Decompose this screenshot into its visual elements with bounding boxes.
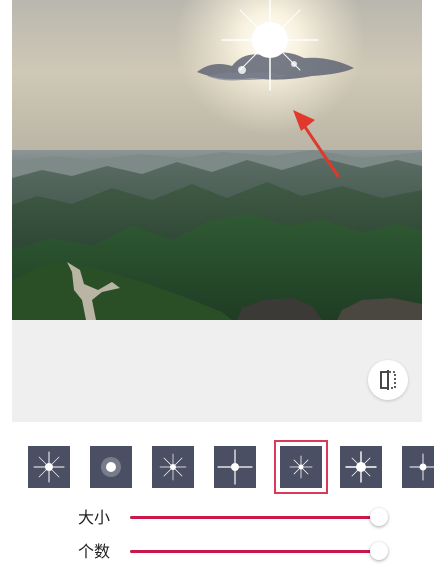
size-slider-thumb[interactable]	[369, 508, 388, 526]
landscape-photo	[12, 0, 422, 320]
compare-split-icon	[380, 370, 396, 390]
star-flare-small-rays-icon	[289, 455, 313, 479]
star-flare-thin-rays-icon	[159, 453, 187, 481]
count-slider[interactable]	[130, 542, 388, 560]
flare-settings-panel: 大小 个数	[0, 422, 434, 561]
flare-preset-6[interactable]	[340, 446, 382, 488]
size-slider[interactable]	[130, 508, 388, 526]
count-slider-fill	[130, 550, 379, 553]
preview-toolbar	[12, 320, 422, 422]
star-flare-long-rays-icon	[217, 449, 253, 485]
flare-preset-5-selected[interactable]	[274, 440, 328, 494]
size-slider-fill	[130, 516, 379, 519]
star-flare-bright-icon	[345, 451, 377, 483]
flare-preset-2[interactable]	[90, 446, 132, 488]
star-flare-soft-glow-icon	[101, 457, 121, 477]
size-slider-row: 大小	[0, 506, 434, 530]
flare-preset-list	[0, 440, 434, 498]
star-flare-4-point-icon	[33, 451, 65, 483]
flare-preset-7[interactable]	[402, 446, 434, 488]
count-slider-thumb[interactable]	[369, 542, 388, 560]
size-slider-label: 大小	[78, 508, 111, 527]
flare-preset-1[interactable]	[28, 446, 70, 488]
photo-preview	[12, 0, 422, 320]
flare-preset-4[interactable]	[214, 446, 256, 488]
star-flare-partial-icon	[409, 453, 434, 481]
compare-button[interactable]	[368, 360, 408, 400]
flare-preset-3[interactable]	[152, 446, 194, 488]
count-slider-row: 个数	[0, 540, 434, 564]
count-slider-label: 个数	[78, 542, 111, 561]
